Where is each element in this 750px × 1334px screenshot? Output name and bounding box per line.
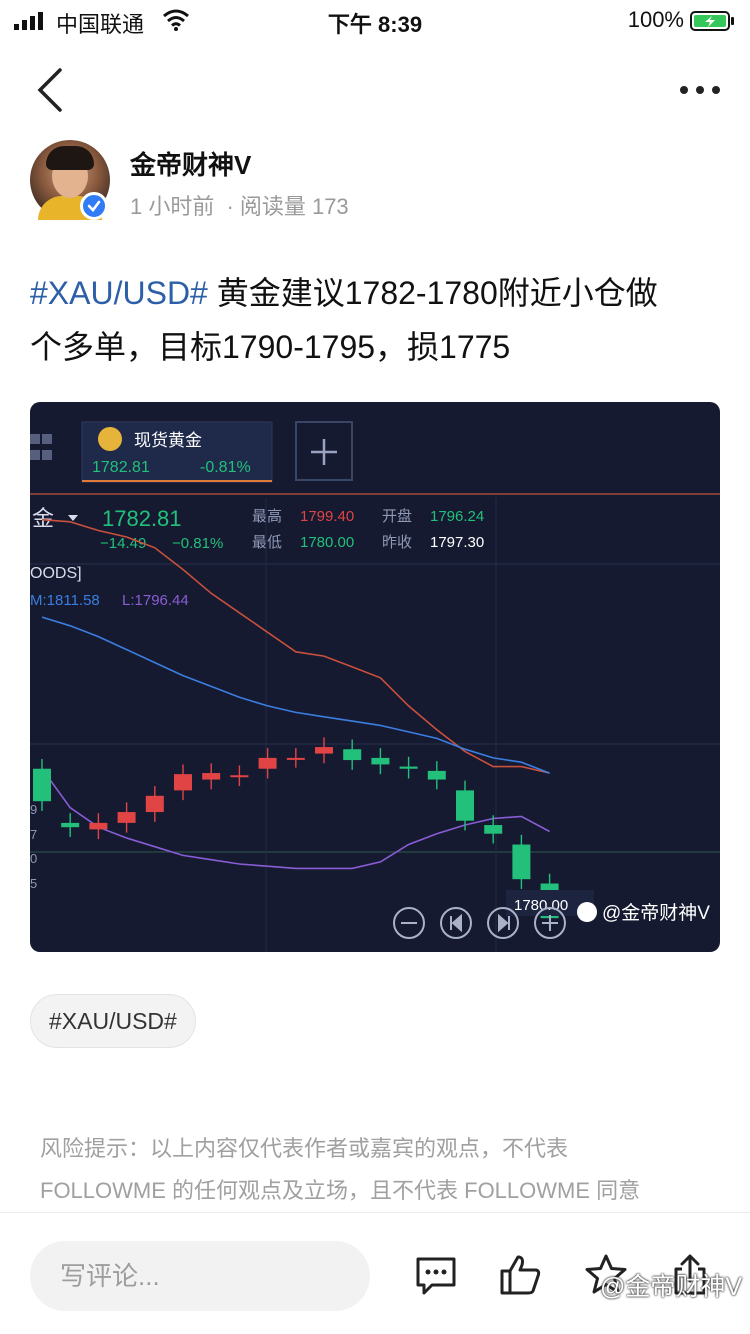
- change: −14.49: [100, 535, 146, 552]
- screenshot-watermark: @金帝财神V: [599, 1273, 742, 1301]
- post-hashtag[interactable]: #XAU/USD#: [30, 275, 208, 311]
- battery-charging-icon: [690, 11, 734, 31]
- candle-body: [117, 812, 136, 823]
- reads-count: 173: [311, 194, 349, 219]
- candle-body: [202, 773, 221, 780]
- candle-body: [61, 822, 80, 828]
- reads-label: 阅读量: [239, 194, 306, 219]
- y-tick-label: 5: [30, 876, 37, 891]
- y-axis-ticks: 9 7 0 5: [30, 802, 37, 891]
- open-label: 开盘: [382, 507, 412, 525]
- comment-input[interactable]: 写评论...: [30, 1241, 370, 1311]
- plus-icon: [311, 439, 337, 465]
- risk-line1: 风险提示：以上内容仅代表作者或嘉宾的观点，不代表: [40, 1136, 569, 1161]
- post-time: 1 小时前: [130, 194, 215, 219]
- risk-disclaimer: 风险提示：以上内容仅代表作者或嘉宾的观点，不代表 FOLLOWME 的任何观点及…: [40, 1128, 710, 1212]
- candle-body: [399, 766, 418, 769]
- gold-tab-underline: [82, 480, 272, 482]
- candle-body: [456, 790, 474, 821]
- instrument-label[interactable]: 金: [32, 506, 54, 531]
- candle-body: [174, 774, 192, 791]
- candle-body: [89, 822, 108, 830]
- status-bar: 中国联通 下午 8:39 100%: [0, 0, 750, 42]
- tab-change: -0.81%: [200, 459, 251, 476]
- candle-body: [371, 757, 390, 765]
- fast-forward-icon[interactable]: [487, 907, 519, 939]
- tab-title: 现货黄金: [134, 431, 202, 450]
- chart-svg: 现货黄金 1782.81 -0.81% 金 1782.81 −14.49 −0.…: [30, 421, 720, 952]
- candle-body: [315, 747, 333, 754]
- weibo-logo-icon: [577, 902, 597, 922]
- chart-image[interactable]: 现货黄金 1782.81 -0.81% 金 1782.81 −14.49 −0.…: [30, 402, 720, 952]
- high-label: 最高: [252, 508, 282, 525]
- low-label: 最低: [252, 534, 282, 551]
- hashtag-chip[interactable]: #XAU/USD#: [30, 994, 196, 1048]
- y-tick-label: 7: [30, 827, 37, 842]
- post-body: #XAU/USD# 黄金建议1782-1780附近小仓做 个多单，目标1790-…: [30, 266, 720, 374]
- gold-coin-icon: [98, 427, 122, 451]
- band-lower-label: L:1796.44: [122, 592, 189, 609]
- author-name[interactable]: 金帝财神V: [130, 145, 251, 182]
- comment-icon[interactable]: [414, 1253, 458, 1297]
- avatar-hair: [46, 146, 94, 170]
- chevron-left-icon[interactable]: [30, 66, 70, 114]
- high-value: 1799.40: [300, 508, 354, 525]
- zoom-out-icon[interactable]: [393, 907, 425, 939]
- post-text-line2: 个多单，目标1790-1795，损1775: [30, 329, 511, 365]
- verified-icon: [80, 192, 108, 220]
- thumbs-up-icon[interactable]: [498, 1253, 542, 1297]
- risk-line2: FOLLOWME 的任何观点及立场，且不代表 FOLLOWME 同意: [40, 1178, 641, 1203]
- candle-body: [343, 749, 362, 761]
- meta-separator: ·: [226, 194, 234, 219]
- candle-body: [258, 757, 277, 769]
- tab-price: 1782.81: [92, 459, 150, 476]
- rewind-icon[interactable]: [440, 907, 472, 939]
- candle-body: [230, 775, 249, 778]
- image-watermark: @金帝财神V: [602, 902, 710, 924]
- candle-body: [145, 795, 164, 813]
- candle-body: [286, 757, 305, 760]
- band-mid-label: M:1811.58: [30, 592, 100, 609]
- candle-body: [33, 768, 51, 802]
- change-pct: −0.81%: [172, 535, 223, 552]
- bottom-action-bar: 写评论... @金帝财神V: [0, 1212, 750, 1334]
- low-value: 1780.00: [300, 534, 354, 551]
- dropdown-icon[interactable]: [68, 515, 78, 521]
- candle-body: [427, 770, 446, 780]
- symbol-label: OODS]: [30, 565, 82, 582]
- y-tick-label: 9: [30, 802, 37, 817]
- candle-body: [484, 825, 503, 834]
- prev-close-value: 1797.30: [430, 534, 484, 551]
- price: 1782.81: [102, 506, 182, 531]
- prev-close-label: 昨收: [382, 534, 412, 551]
- post-meta: 1 小时前 · 阅读量 173: [130, 189, 349, 221]
- open-value: 1796.24: [430, 508, 484, 525]
- grid-menu-icon[interactable]: [30, 434, 52, 460]
- more-dots-icon[interactable]: [676, 76, 724, 104]
- y-tick-label: 0: [30, 851, 37, 866]
- post-text-line1: 黄金建议1782-1780附近小仓做: [207, 275, 658, 311]
- candle-body: [512, 844, 531, 880]
- battery-percent: 100%: [627, 7, 684, 32]
